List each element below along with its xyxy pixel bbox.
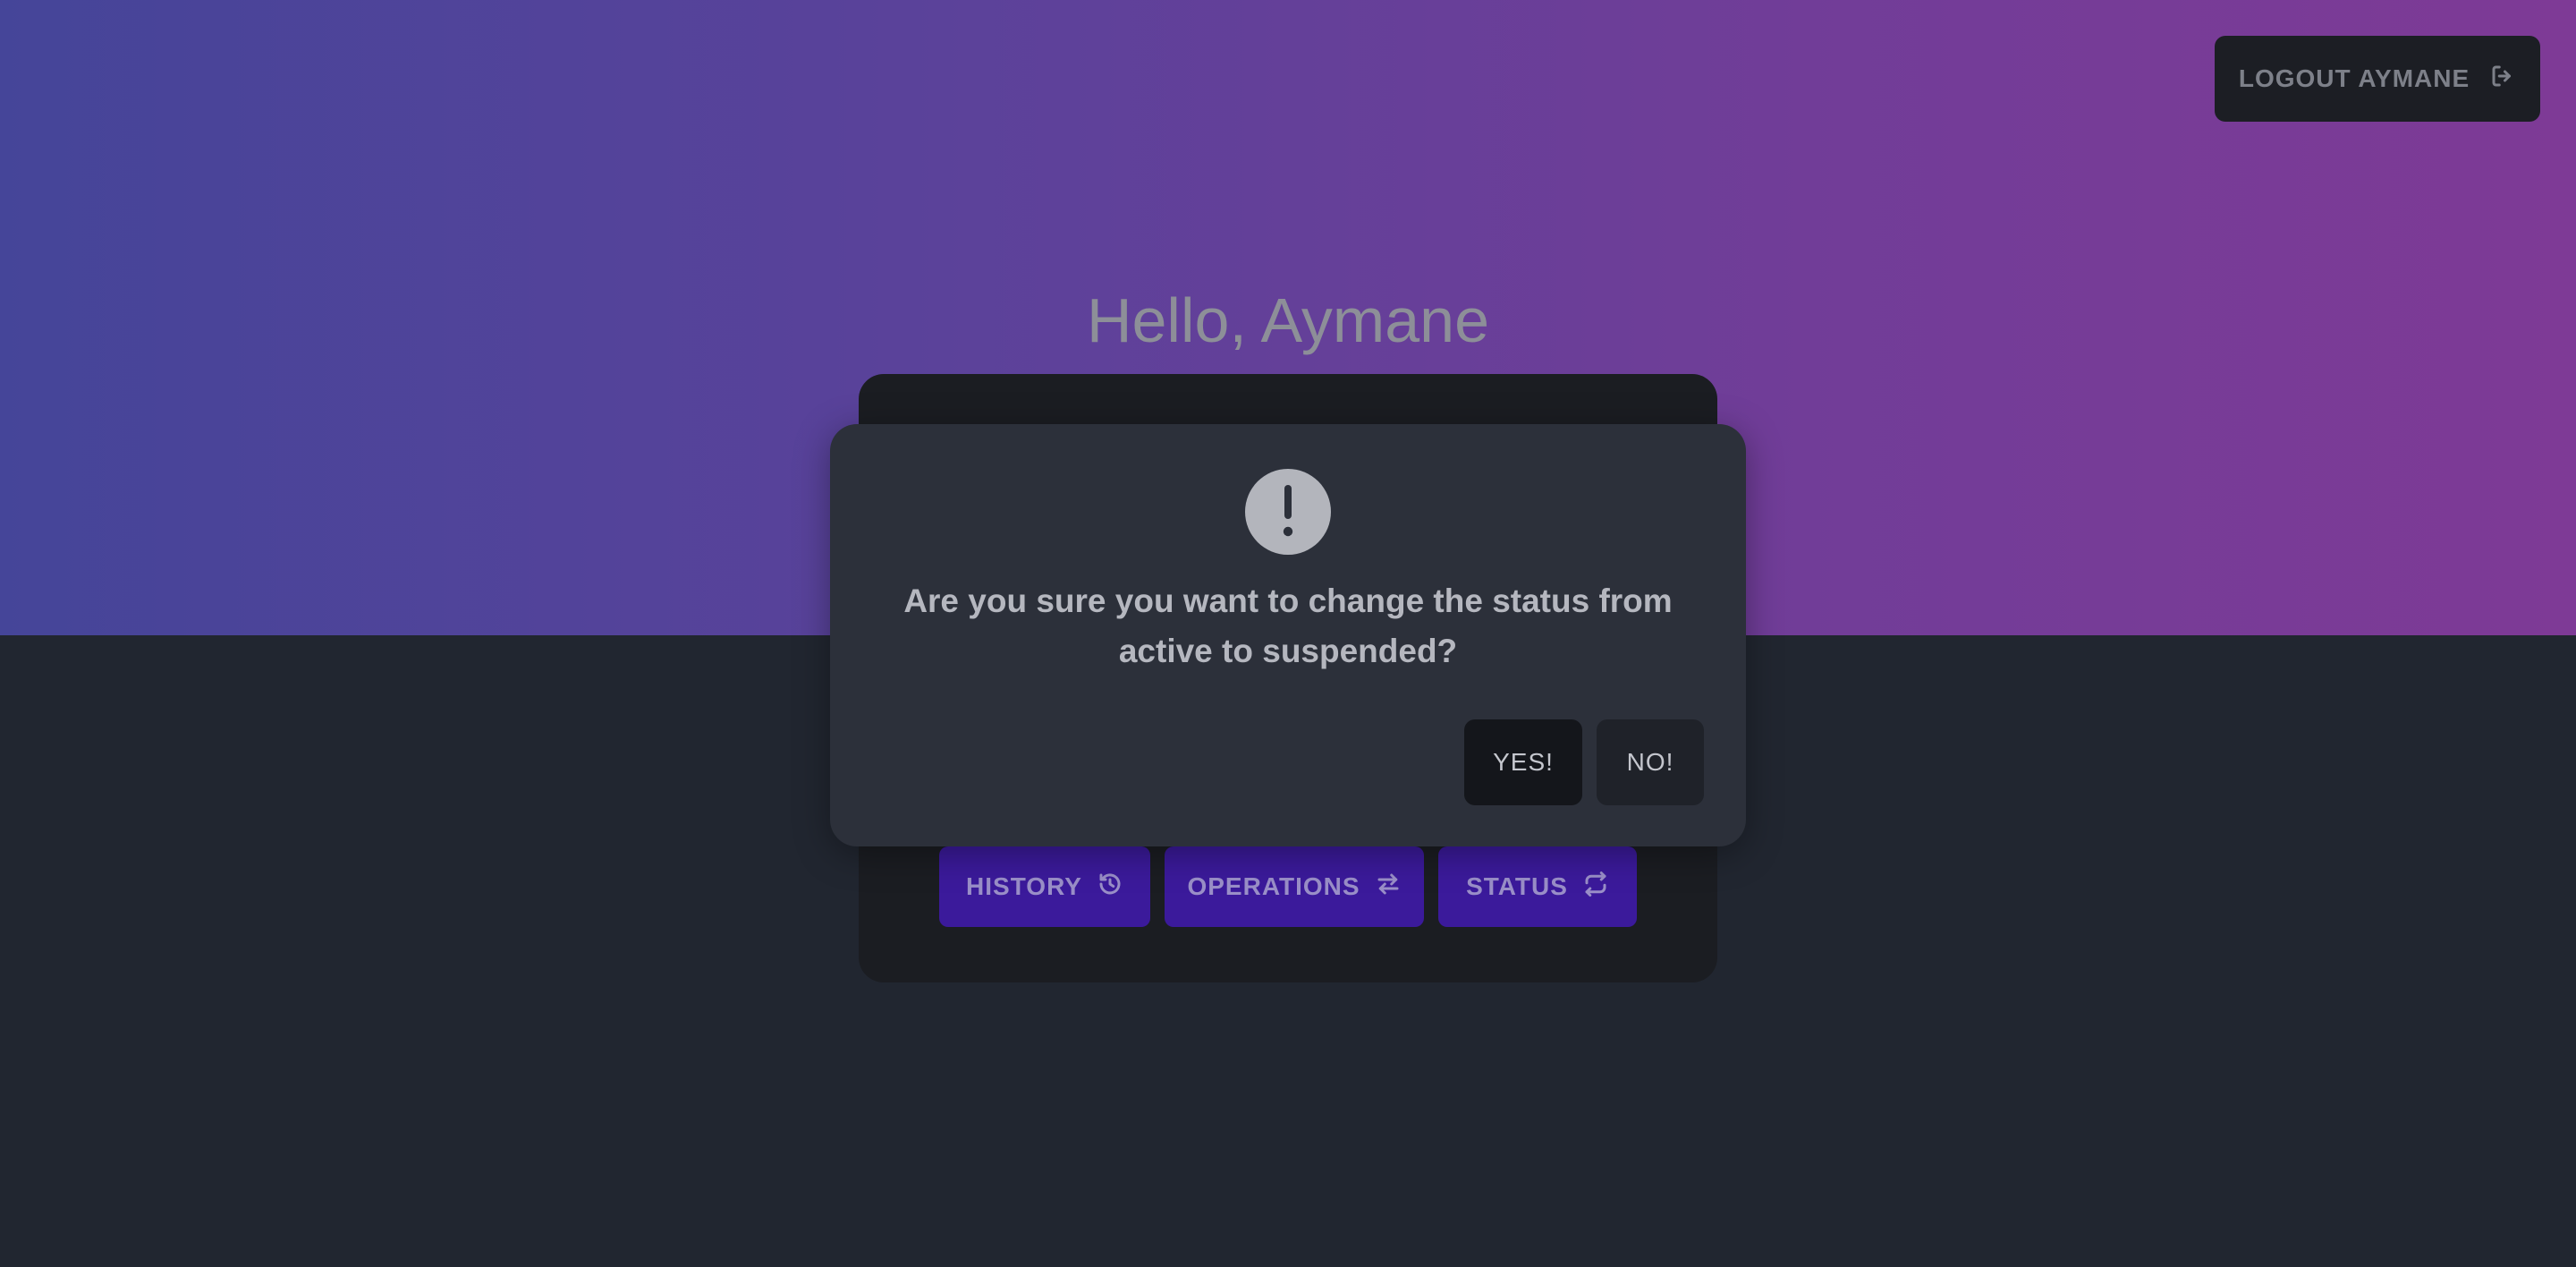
exclamation-icon <box>1245 469 1331 555</box>
modal-overlay: Are you sure you want to change the stat… <box>0 0 2576 1267</box>
dialog-message: Are you sure you want to change the stat… <box>903 582 1673 669</box>
confirm-yes-button[interactable]: YES! <box>1464 719 1582 805</box>
confirmation-dialog: Are you sure you want to change the stat… <box>830 424 1746 846</box>
cancel-no-button[interactable]: NO! <box>1597 719 1704 805</box>
